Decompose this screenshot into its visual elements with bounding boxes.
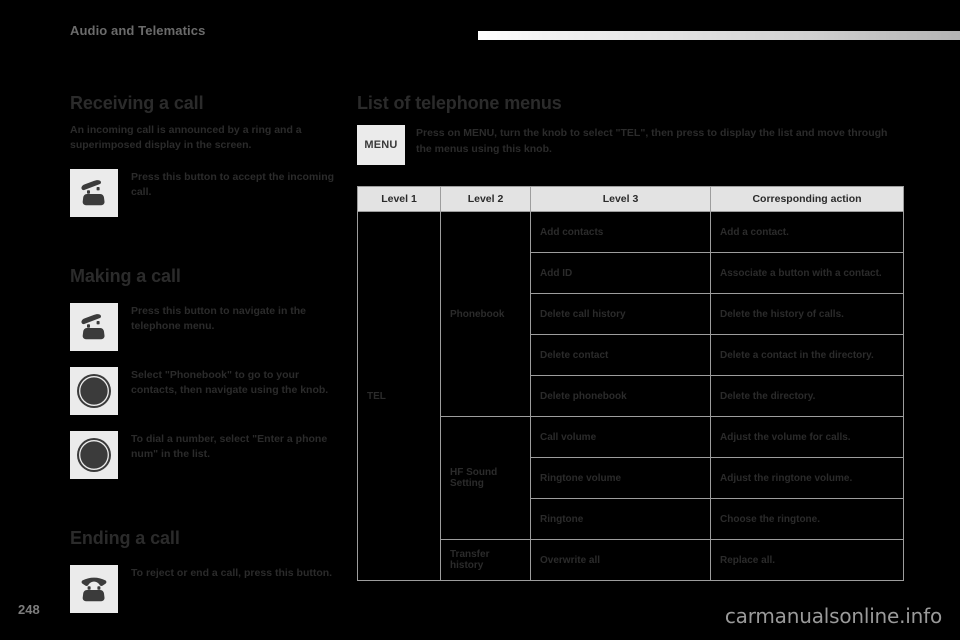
cell-level2: Phonebook xyxy=(440,211,531,417)
cell-action: Delete the history of calls. xyxy=(710,293,904,335)
section-making-a-call: Making a call Press this button to navig… xyxy=(70,265,342,479)
section-heading: Receiving a call xyxy=(70,93,204,113)
instruction-row: Press this button to accept the incoming… xyxy=(70,169,342,217)
section-heading: Making a call xyxy=(70,266,181,286)
cell-level2: HF Sound Setting xyxy=(440,416,531,540)
page-root: Audio and Telematics Receiving a call An… xyxy=(0,0,960,640)
menu-instruction-text: Press on MENU, turn the knob to select "… xyxy=(416,127,888,155)
instruction-text: Press this button to navigate in the tel… xyxy=(131,305,307,332)
column-header-level3: Level 3 xyxy=(530,186,711,212)
cell-level3: Call volume xyxy=(530,416,711,458)
site-watermark: carmanualsonline.info xyxy=(724,604,942,628)
right-column: List of telephone menus MENU Press on ME… xyxy=(357,92,904,581)
column-header-action: Corresponding action xyxy=(710,186,904,212)
cell-action: Adjust the ringtone volume. xyxy=(710,457,904,499)
cell-action: Adjust the volume for calls. xyxy=(710,416,904,458)
section-heading: Ending a call xyxy=(70,528,180,548)
column-header-level2: Level 2 xyxy=(440,186,531,212)
instruction-row: To reject or end a call, press this butt… xyxy=(70,565,342,613)
cell-action: Replace all. xyxy=(710,539,904,581)
cell-action: Delete the directory. xyxy=(710,375,904,417)
column-header-level1: Level 1 xyxy=(357,186,441,212)
cell-level3: Overwrite all xyxy=(530,539,711,581)
cell-level1: TEL xyxy=(357,211,441,581)
phone-offhook-icon-box xyxy=(70,169,118,217)
telephone-menus-table: Level 1 Level 2 Level 3 Corresponding ac… xyxy=(357,186,904,581)
instruction-text: To reject or end a call, press this butt… xyxy=(131,567,333,579)
page-number: 248 xyxy=(18,602,40,617)
left-column: Receiving a call An incoming call is ann… xyxy=(70,92,342,613)
rotary-knob-icon-box xyxy=(70,367,118,415)
header-gradient-bar xyxy=(478,31,960,40)
cell-action: Associate a button with a contact. xyxy=(710,252,904,294)
phone-offhook-icon-box xyxy=(70,303,118,351)
cell-action: Choose the ringtone. xyxy=(710,498,904,540)
instruction-row: Select "Phonebook" to go to your contact… xyxy=(70,367,342,415)
rotary-knob-icon-box xyxy=(70,431,118,479)
section-ending-a-call: Ending a call To reject or end a call, p… xyxy=(70,527,342,613)
phone-offhook-icon xyxy=(81,180,105,206)
rotary-knob-icon xyxy=(77,374,111,408)
instruction-text: Press this button to accept the incoming… xyxy=(131,171,335,198)
menu-button-label: MENU xyxy=(364,139,398,151)
cell-level3: Add contacts xyxy=(530,211,711,253)
menu-button-icon[interactable]: MENU xyxy=(357,125,405,165)
instruction-text: To dial a number, select "Enter a phone … xyxy=(131,433,328,460)
section-paragraph: An incoming call is announced by a ring … xyxy=(70,124,302,151)
instruction-row: Press this button to navigate in the tel… xyxy=(70,303,342,351)
phone-offhook-icon xyxy=(81,314,105,340)
cell-level2: Transfer history xyxy=(440,539,531,581)
table-header-row: Level 1 Level 2 Level 3 Corresponding ac… xyxy=(357,186,904,212)
section-receiving-a-call: Receiving a call An incoming call is ann… xyxy=(70,92,342,217)
cell-action: Add a contact. xyxy=(710,211,904,253)
cell-level3: Ringtone xyxy=(530,498,711,540)
cell-level3: Ringtone volume xyxy=(530,457,711,499)
cell-level3: Delete call history xyxy=(530,293,711,335)
table-row: TEL Phonebook Add contacts Add a contact… xyxy=(357,211,904,581)
cell-level3: Delete contact xyxy=(530,334,711,376)
section-heading-telephone-menus: List of telephone menus xyxy=(357,93,562,113)
rotary-knob-icon xyxy=(77,438,111,472)
instruction-text: Select "Phonebook" to go to your contact… xyxy=(131,369,329,396)
instruction-row: To dial a number, select "Enter a phone … xyxy=(70,431,342,479)
phone-onhook-icon xyxy=(81,577,107,602)
menu-instruction-row: MENU Press on MENU, turn the knob to sel… xyxy=(357,125,903,165)
phone-onhook-icon-box xyxy=(70,565,118,613)
cell-level3: Add ID xyxy=(530,252,711,294)
cell-level3: Delete phonebook xyxy=(530,375,711,417)
cell-action: Delete a contact in the directory. xyxy=(710,334,904,376)
page-header-title: Audio and Telematics xyxy=(70,23,206,38)
